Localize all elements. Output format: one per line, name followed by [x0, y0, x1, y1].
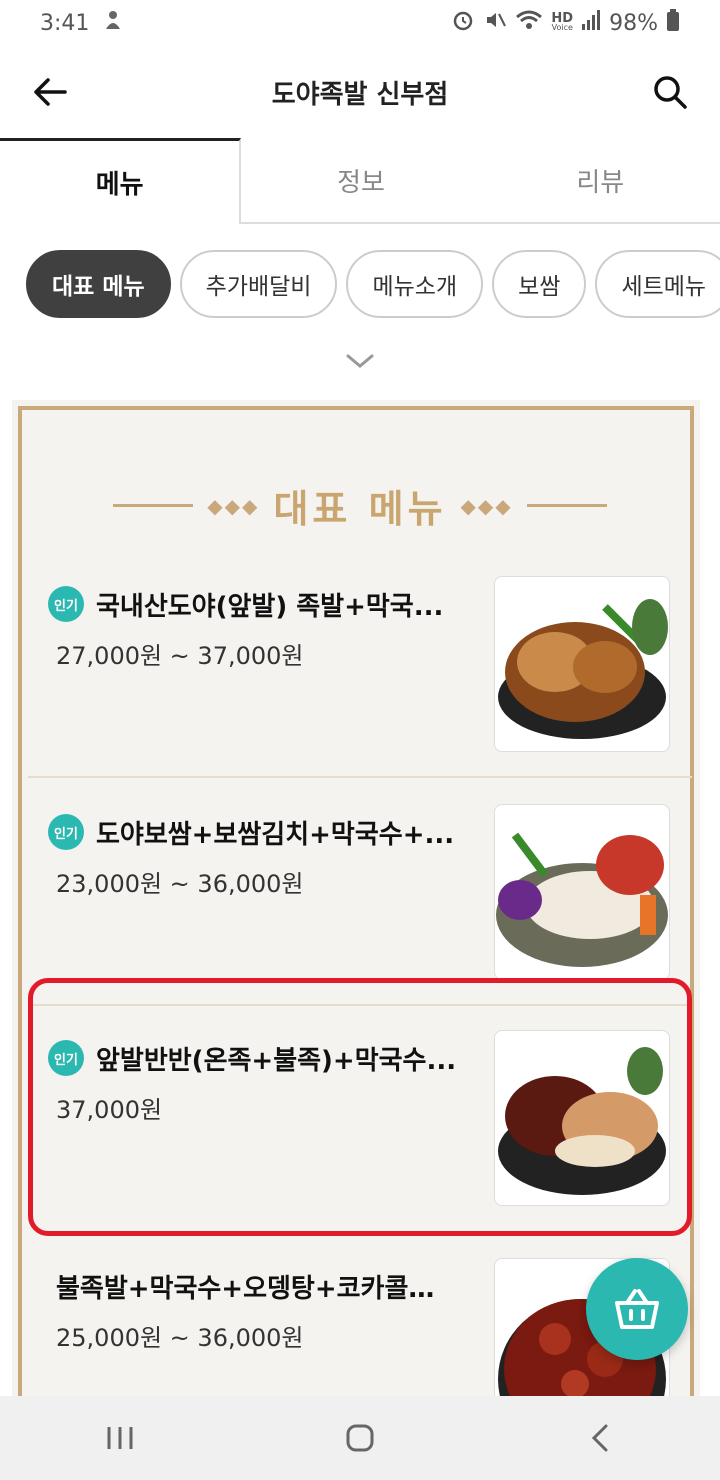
item-divider — [28, 1004, 692, 1006]
menu-item[interactable]: 인기 앞발반반(온족+불족)+막국수... 37,000원 — [28, 1030, 692, 1230]
menu-item-image — [494, 804, 670, 980]
system-nav-bar — [0, 1396, 720, 1480]
page-title: 도야족발 신부점 — [271, 79, 449, 110]
menu-item-price: 25,000원 ~ 36,000원 — [56, 1324, 304, 1352]
menu-item[interactable]: 인기 도야보쌈+보쌈김치+막국수+... 23,000원 ~ 36,000원 — [28, 804, 692, 1006]
heading-ornament-left: ◆◆◆ — [207, 493, 260, 518]
home-icon — [346, 1424, 374, 1452]
menu-item-image — [494, 576, 670, 752]
app-bar: 도야족발 신부점 — [0, 46, 720, 138]
menu-item-price: 23,000원 ~ 36,000원 — [56, 870, 304, 898]
chip-bossam[interactable]: 보쌈 — [492, 250, 587, 318]
battery-level: 98% — [609, 10, 658, 36]
chip-extra-delivery[interactable]: 추가배달비 — [179, 250, 338, 318]
tab-review[interactable]: 리뷰 — [481, 138, 720, 222]
popular-badge: 인기 — [48, 586, 84, 622]
arrow-left-icon — [34, 78, 67, 106]
heading-ornament-right: ◆◆◆ — [460, 493, 513, 518]
search-icon — [654, 76, 687, 109]
home-button[interactable] — [330, 1413, 390, 1463]
hd-voice-icon: HD Voice — [551, 11, 574, 32]
heading-divider-left — [113, 504, 194, 507]
chip-menu-intro[interactable]: 메뉴소개 — [346, 250, 484, 318]
back-chevron-icon — [591, 1424, 608, 1452]
menu-item-price: 27,000원 ~ 37,000원 — [56, 642, 304, 670]
chip-signature-menu[interactable]: 대표 메뉴 — [26, 250, 171, 318]
tab-bar: 메뉴 정보 리뷰 — [0, 138, 720, 224]
chip-set-menu[interactable]: 세트메뉴 — [595, 250, 720, 318]
signal-icon — [581, 10, 601, 36]
menu-item-name: 국내산도야(앞발) 족발+막국... — [96, 592, 444, 622]
heading-divider-right — [526, 504, 607, 507]
back-nav-button[interactable] — [570, 1413, 630, 1463]
back-button[interactable] — [28, 70, 72, 114]
status-time: 3:41 — [40, 10, 90, 36]
alarm-icon — [451, 8, 475, 38]
menu-item-name: 앞발반반(온족+불족)+막국수... — [96, 1046, 457, 1076]
section-title: 대표 메뉴 — [273, 487, 447, 531]
battery-icon — [666, 9, 680, 37]
popular-badge: 인기 — [48, 814, 84, 850]
tab-menu[interactable]: 메뉴 — [0, 138, 242, 224]
search-button[interactable] — [648, 70, 692, 114]
popular-badge: 인기 — [48, 1040, 84, 1076]
wifi-icon — [515, 9, 543, 37]
menu-item-image — [494, 1030, 670, 1206]
notification-icon — [103, 9, 123, 37]
item-divider — [28, 776, 692, 778]
chevron-down-icon[interactable] — [344, 350, 376, 372]
category-chips: 대표 메뉴 추가배달비 메뉴소개 보쌈 세트메뉴 — [26, 250, 720, 322]
recent-apps-icon — [107, 1427, 133, 1449]
section-heading: ◆◆◆ 대표 메뉴 ◆◆◆ — [0, 478, 720, 533]
cart-button[interactable] — [586, 1258, 688, 1360]
menu-item-name: 도야보쌈+보쌈김치+막국수+... — [96, 820, 455, 850]
mute-icon — [483, 8, 507, 38]
recent-apps-button[interactable] — [90, 1413, 150, 1463]
menu-item-name: 불족발+막국수+오뎅탕+코카콜라... — [56, 1274, 436, 1304]
status-bar: 3:41 HD Voice 98% — [0, 0, 720, 46]
menu-item-price: 37,000원 — [56, 1096, 163, 1124]
tab-info[interactable]: 정보 — [241, 138, 480, 222]
menu-item[interactable]: 인기 국내산도야(앞발) 족발+막국... 27,000원 ~ 37,000원 — [28, 576, 692, 778]
basket-icon — [615, 1289, 659, 1329]
